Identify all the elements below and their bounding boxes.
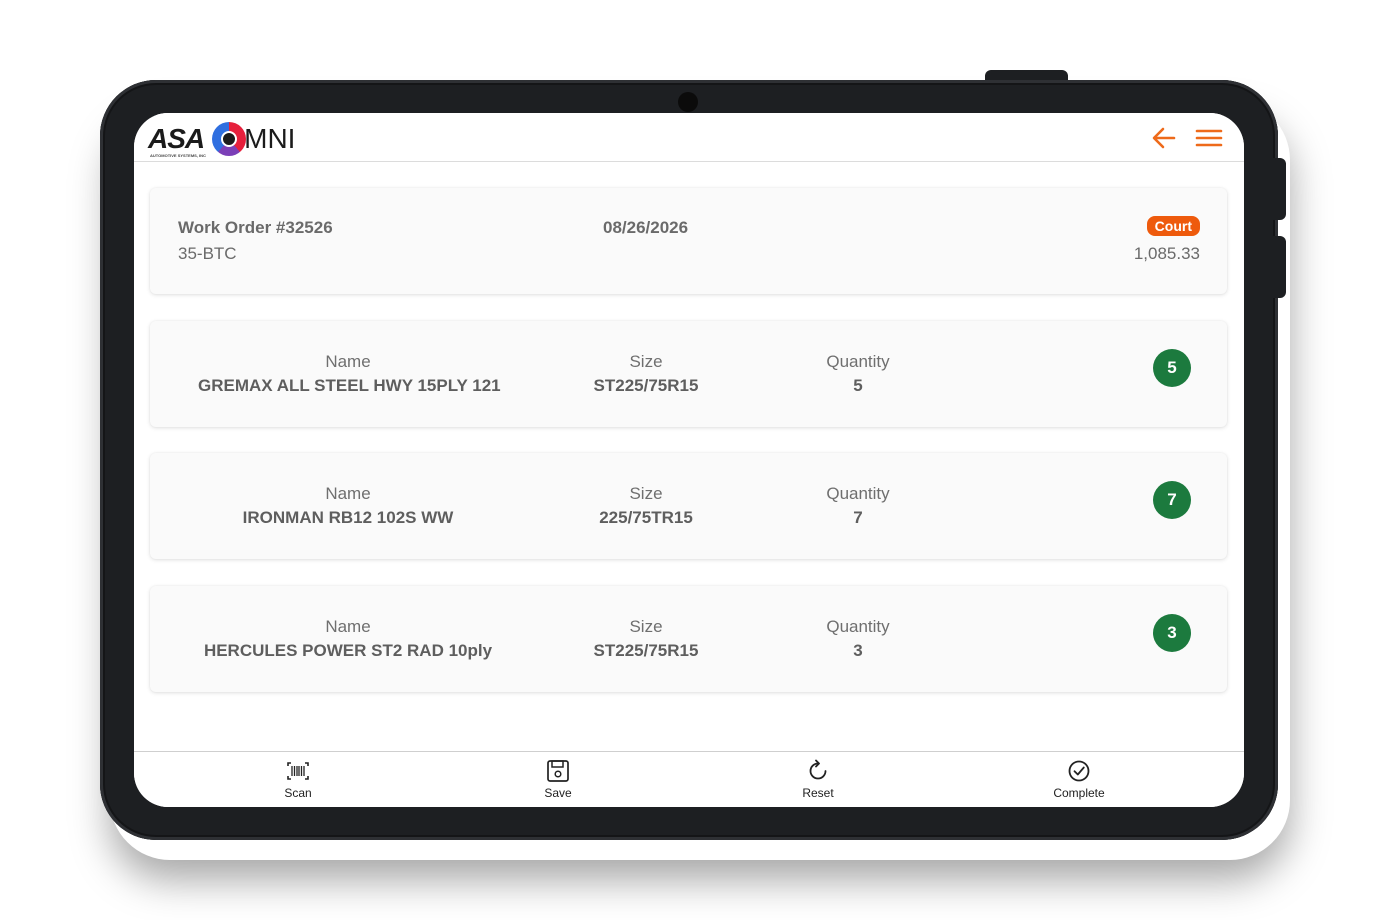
- reset-button[interactable]: Reset: [758, 758, 878, 800]
- scan-label: Scan: [284, 786, 312, 800]
- save-button[interactable]: Save: [498, 758, 618, 800]
- device-volume-up-button: [1272, 158, 1286, 220]
- line-item-card[interactable]: Name HERCULES POWER ST2 RAD 10ply Size S…: [150, 586, 1227, 692]
- work-order-title: Work Order #32526: [178, 218, 333, 237]
- scan-button[interactable]: Scan: [238, 758, 358, 800]
- item-name-value: IRONMAN RB12 102S WW: [242, 508, 454, 527]
- line-item-card[interactable]: Name IRONMAN RB12 102S WW Size 225/75TR1…: [150, 453, 1227, 559]
- item-quantity-value: 7: [853, 508, 863, 527]
- item-quantity-label: Quantity: [826, 617, 890, 636]
- item-name-label: Name: [325, 484, 371, 503]
- hamburger-menu-icon: [1195, 129, 1223, 147]
- item-name-field: Name GREMAX ALL STEEL HWY 15PLY 121: [198, 350, 501, 398]
- item-name-value: HERCULES POWER ST2 RAD 10ply: [203, 641, 493, 660]
- bottom-navigation: Scan Save Reset Complete: [134, 751, 1244, 807]
- item-name-label: Name: [325, 617, 371, 636]
- logo-wheel-icon: [212, 122, 247, 156]
- refresh-icon: [809, 759, 827, 780]
- check-circle-icon: [1068, 760, 1090, 782]
- work-order-content: Work Order #32526 35-BTC 08/26/2026 Cour…: [134, 162, 1244, 752]
- item-size-value: ST225/75R15: [593, 641, 699, 660]
- tablet-screen: ASA AUTOMOTIVE SYSTEMS, INC MNI Work Ord…: [134, 113, 1244, 807]
- item-name-field: Name IRONMAN RB12 102S WW: [198, 482, 498, 530]
- complete-label: Complete: [1053, 786, 1105, 800]
- front-camera: [678, 92, 698, 112]
- work-order-date: 08/26/2026: [603, 218, 689, 237]
- back-button[interactable]: [1150, 124, 1178, 152]
- work-order-card[interactable]: Work Order #32526 35-BTC 08/26/2026 Cour…: [150, 188, 1227, 294]
- reset-label: Reset: [802, 786, 834, 800]
- work-order-code: 35-BTC: [178, 244, 237, 263]
- logo-tagline: AUTOMOTIVE SYSTEMS, INC: [150, 153, 206, 158]
- item-size-label: Size: [629, 484, 663, 503]
- item-quantity-value: 5: [853, 376, 863, 395]
- logo-brand: ASA AUTOMOTIVE SYSTEMS, INC: [148, 123, 206, 158]
- item-quantity-label: Quantity: [826, 484, 890, 503]
- item-size-field: Size ST225/75R15: [546, 615, 746, 663]
- item-name-value: GREMAX ALL STEEL HWY 15PLY 121: [198, 376, 501, 395]
- item-size-value: 225/75TR15: [599, 508, 693, 527]
- item-name-label: Name: [325, 352, 371, 371]
- item-size-value: ST225/75R15: [593, 376, 699, 395]
- item-size-field: Size 225/75TR15: [546, 482, 746, 530]
- save-label: Save: [544, 786, 572, 800]
- arrow-left-icon: [1152, 127, 1176, 149]
- scanned-count-badge: 5: [1153, 349, 1191, 387]
- floppy-save-icon: [547, 760, 569, 782]
- item-quantity-value: 3: [853, 641, 863, 660]
- menu-button[interactable]: [1195, 124, 1223, 152]
- item-quantity-field: Quantity 3: [808, 615, 908, 663]
- logo-product: MNI: [244, 123, 296, 154]
- status-badge: Court: [1146, 216, 1200, 236]
- item-size-field: Size ST225/75R15: [546, 350, 746, 398]
- item-quantity-field: Quantity 7: [808, 482, 908, 530]
- barcode-scan-icon: [287, 762, 309, 780]
- item-quantity-field: Quantity 5: [808, 350, 908, 398]
- item-size-label: Size: [629, 617, 663, 636]
- scanned-count-badge: 7: [1153, 481, 1191, 519]
- work-order-amount: 1,085.33: [1133, 244, 1200, 263]
- line-item-card[interactable]: Name GREMAX ALL STEEL HWY 15PLY 121 Size…: [150, 321, 1227, 427]
- item-quantity-label: Quantity: [826, 352, 890, 371]
- app-header: ASA AUTOMOTIVE SYSTEMS, INC MNI: [134, 113, 1244, 162]
- item-size-label: Size: [629, 352, 663, 371]
- app-logo: ASA AUTOMOTIVE SYSTEMS, INC MNI: [148, 120, 295, 158]
- item-name-field: Name HERCULES POWER ST2 RAD 10ply: [198, 615, 498, 663]
- device-volume-down-button: [1272, 236, 1286, 298]
- complete-button[interactable]: Complete: [1019, 758, 1139, 800]
- scanned-count-badge: 3: [1153, 614, 1191, 652]
